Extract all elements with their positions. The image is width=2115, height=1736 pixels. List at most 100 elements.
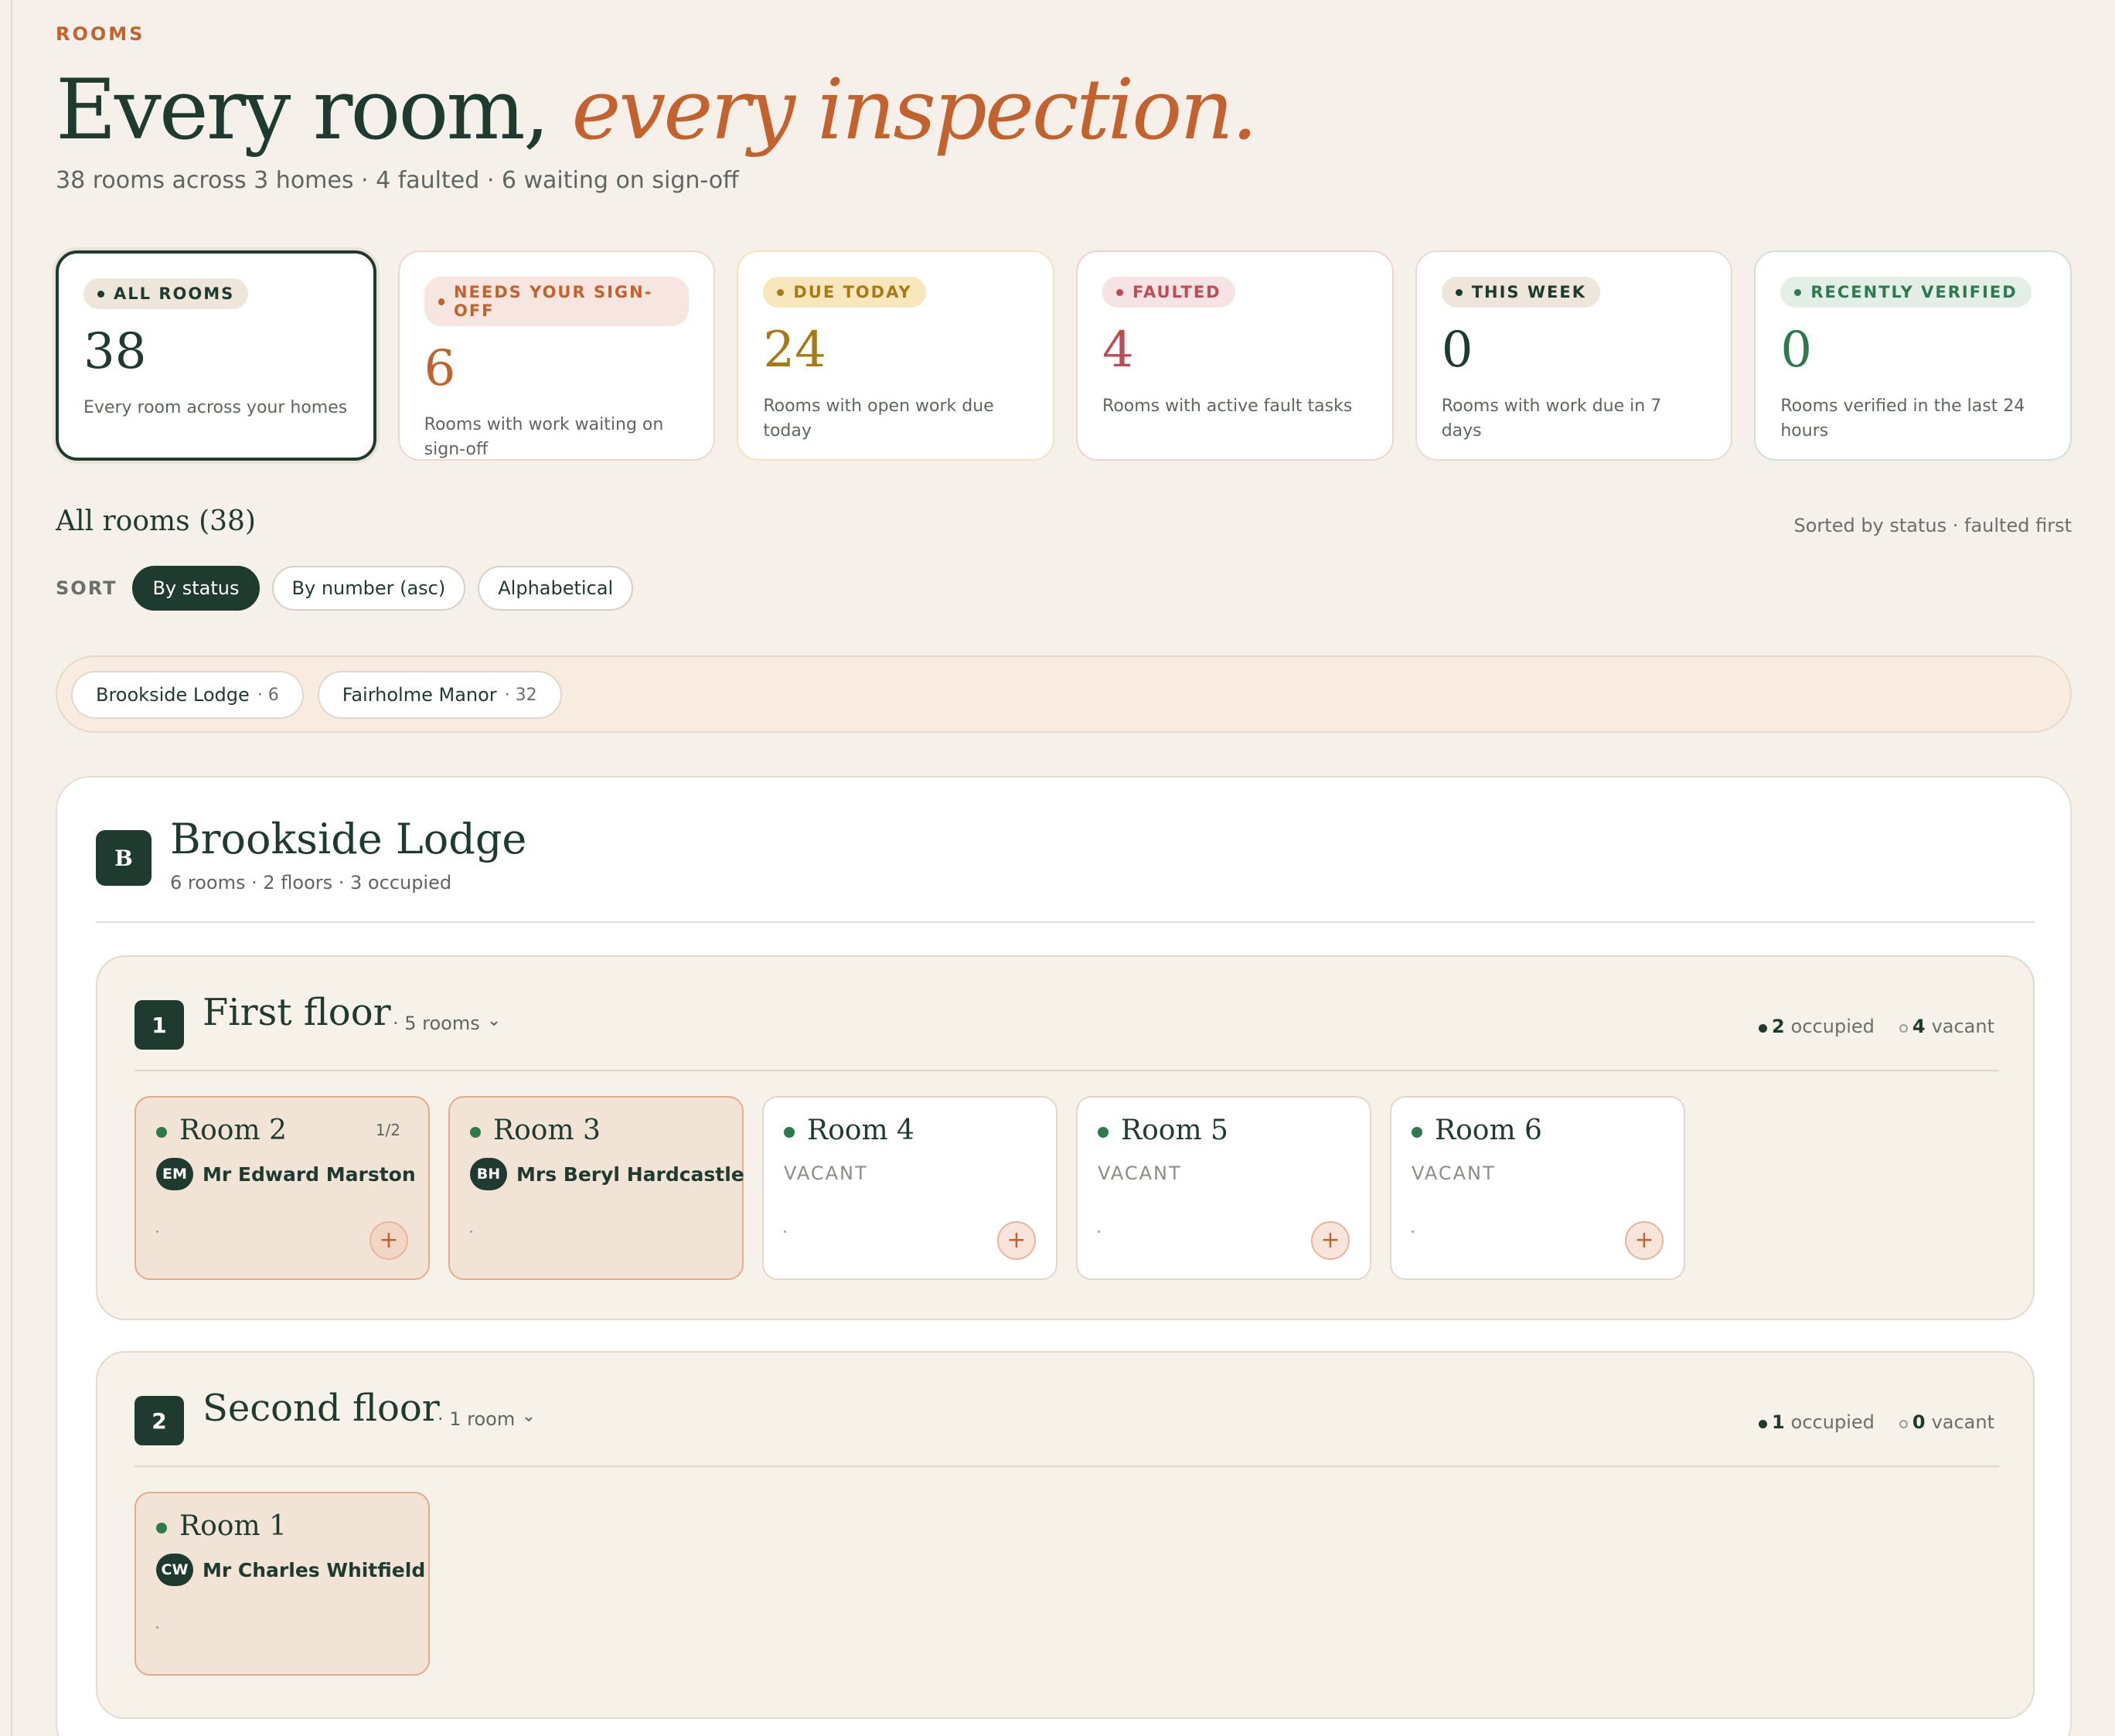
page-summary: 38 rooms across 3 homes · 4 faulted · 6 … [56, 167, 739, 194]
home-filter-name: Fairholme Manor [342, 684, 497, 706]
add-occupant-button[interactable]: + [1311, 1221, 1350, 1260]
room-occupancy-fraction: 1/2 [375, 1121, 400, 1139]
stat-pill: THIS WEEK [1441, 277, 1600, 308]
floor-room-count-toggle[interactable]: · 5 rooms [393, 1013, 500, 1034]
floor-section-first: 1 First floor · 5 rooms 2 occupied 4 vacan… [96, 955, 2035, 1320]
room-status-dot-icon [1098, 1127, 1109, 1138]
vacant-dot-icon [1899, 1420, 1908, 1428]
add-task-button[interactable]: + [370, 1221, 408, 1260]
sort-by-status-button[interactable]: By status [132, 566, 260, 611]
plus-icon: + [1006, 1227, 1027, 1254]
page-eyebrow: ROOMS [56, 23, 145, 45]
status-dot-icon [1455, 288, 1463, 296]
stat-label: DUE TODAY [793, 283, 912, 301]
room-card-4[interactable]: Room 4 VACANT + [762, 1096, 1058, 1280]
floor-name: Second floor [203, 1387, 440, 1430]
floor-room-count: · 5 rooms [393, 1013, 480, 1034]
stat-description: Rooms with work due in 7 days [1441, 397, 1662, 441]
room-status-dot-icon [470, 1127, 481, 1138]
stat-pill: FAULTED [1102, 277, 1235, 308]
stat-label: THIS WEEK [1471, 283, 1586, 301]
room-card-3[interactable]: Room 3 BH Mrs Beryl Hardcastle [448, 1096, 744, 1280]
stat-pill: RECENTLY VERIFIED [1780, 277, 2032, 308]
divider [96, 921, 2035, 923]
home-filter-brookside-lodge[interactable]: Brookside Lodge · 6 [71, 671, 304, 719]
stat-description: Rooms verified in the last 24 hours [1780, 397, 2025, 441]
plus-icon: + [1320, 1227, 1340, 1254]
occupant-name: Mr Charles Whitfield [203, 1558, 426, 1581]
stat-pill: DUE TODAY [763, 277, 926, 308]
stat-description: Rooms with active fault tasks [1102, 397, 1353, 416]
page-title: Every room, every inspection. [56, 60, 1258, 161]
home-filter-count: · 6 [257, 685, 279, 705]
room-indicator [1098, 1231, 1100, 1233]
vacant-label: VACANT [1412, 1162, 1496, 1184]
occupant-name: Mr Edward Marston [203, 1162, 416, 1186]
room-status-dot-icon [784, 1127, 795, 1138]
room-name: Room 5 [1121, 1115, 1228, 1146]
sort-alphabetical-button[interactable]: Alphabetical [478, 566, 634, 611]
stat-value: 4 [1102, 322, 1134, 379]
add-occupant-button[interactable]: + [1625, 1221, 1664, 1260]
room-indicator [156, 1626, 158, 1629]
divider [135, 1465, 1999, 1467]
room-card-6[interactable]: Room 6 VACANT + [1390, 1096, 1685, 1280]
room-occupant: BH Mrs Beryl Hardcastle [470, 1158, 744, 1190]
floor-occupancy: 2 occupied 4 vacant [1758, 1016, 1994, 1037]
floor-room-count: · 1 room [438, 1408, 516, 1430]
room-name: Room 3 [493, 1115, 601, 1146]
room-name: Room 2 [179, 1115, 287, 1146]
home-meta: 6 rooms · 2 floors · 3 occupied [170, 872, 452, 894]
room-name: Room 6 [1435, 1115, 1542, 1146]
stat-card-all-rooms[interactable]: ALL ROOMS 38 Every room across your home… [56, 250, 376, 461]
room-occupant: EM Mr Edward Marston [156, 1158, 416, 1190]
floor-badge: 2 [135, 1396, 184, 1445]
stat-card-recently-verified[interactable]: RECENTLY VERIFIED 0 Rooms verified in th… [1754, 250, 2072, 461]
plus-icon: + [379, 1227, 399, 1254]
vacant-count: 4 vacant [1899, 1016, 1994, 1037]
divider [135, 1070, 1999, 1071]
sort-label: SORT [56, 577, 118, 599]
status-dot-icon [1794, 288, 1802, 296]
room-card-1[interactable]: Room 1 CW Mr Charles Whitfield [135, 1492, 430, 1676]
status-dot-icon [97, 290, 104, 298]
home-badge: B [96, 830, 152, 886]
stat-card-needs-sign-off[interactable]: NEEDS YOUR SIGN-OFF 6 Rooms with work wa… [397, 250, 716, 461]
avatar: BH [470, 1158, 507, 1190]
stat-value: 0 [1780, 322, 1813, 379]
title-accent: every inspection. [571, 62, 1258, 158]
home-filter-name: Brookside Lodge [96, 684, 250, 706]
room-card-2[interactable]: Room 2 1/2 EM Mr Edward Marston + [135, 1096, 430, 1280]
home-panel-brookside-lodge: B Brookside Lodge 6 rooms · 2 floors · 3… [56, 776, 2072, 1736]
sort-note: Sorted by status · faulted first [1793, 515, 2072, 536]
room-name: Room 4 [807, 1115, 914, 1146]
room-indicator [784, 1231, 786, 1233]
floor-section-second: 2 Second floor · 1 room 1 occupied 0 vacan… [96, 1351, 2035, 1719]
room-card-5[interactable]: Room 5 VACANT + [1076, 1096, 1371, 1280]
room-name: Room 1 [179, 1510, 287, 1542]
occupied-dot-icon [1758, 1420, 1767, 1428]
stat-card-this-week[interactable]: THIS WEEK 0 Rooms with work due in 7 day… [1415, 250, 1733, 461]
stat-card-due-today[interactable]: DUE TODAY 24 Rooms with open work due to… [737, 250, 1055, 461]
home-name: Brookside Lodge [170, 815, 527, 863]
sort-by-number-button[interactable]: By number (asc) [271, 566, 466, 611]
status-dot-icon [777, 288, 785, 296]
floor-room-count-toggle[interactable]: · 1 room [438, 1408, 535, 1430]
vacant-label: VACANT [784, 1162, 868, 1184]
room-occupant: CW Mr Charles Whitfield [156, 1554, 425, 1586]
stat-card-faulted[interactable]: FAULTED 4 Rooms with active fault tasks [1076, 250, 1394, 461]
occupied-dot-icon [1758, 1024, 1767, 1033]
occupied-count: 1 occupied [1758, 1411, 1875, 1433]
stat-description: Rooms with open work due today [763, 397, 994, 441]
avatar: CW [156, 1554, 193, 1586]
add-occupant-button[interactable]: + [997, 1221, 1036, 1260]
status-dot-icon [438, 298, 444, 305]
plus-icon: + [1634, 1227, 1654, 1254]
occupant-name: Mrs Beryl Hardcastle [516, 1162, 744, 1186]
sort-controls: SORT By status By number (asc) Alphabeti… [56, 566, 634, 611]
stat-value: 6 [424, 340, 456, 397]
home-filter-fairholme-manor[interactable]: Fairholme Manor · 32 [317, 671, 562, 719]
occupied-count: 2 occupied [1758, 1016, 1875, 1037]
stat-cards: ALL ROOMS 38 Every room across your home… [56, 250, 2072, 461]
page-left-rule [11, 0, 12, 1736]
